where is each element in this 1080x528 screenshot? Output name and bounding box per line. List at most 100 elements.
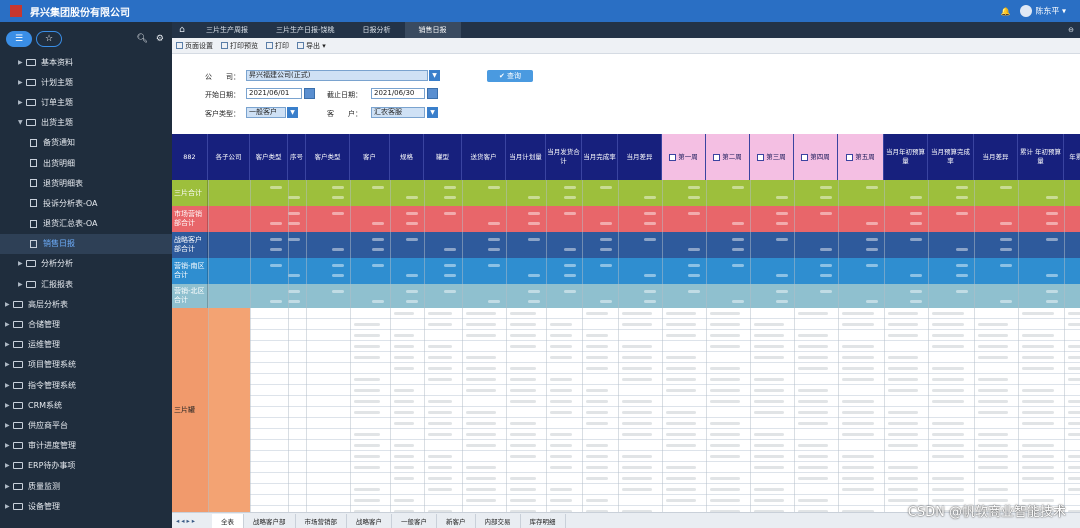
blurred-value (428, 455, 452, 458)
blurred-value (910, 274, 922, 277)
document-icon (30, 219, 37, 228)
sidebar-item-15[interactable]: ▶ 项目管理系统 (0, 355, 172, 375)
sheet-tab-2[interactable]: 市场营销部 (296, 513, 347, 528)
sheet-tab-6[interactable]: 内部交易 (476, 513, 521, 528)
sidebar-item-0[interactable]: ▶ 基本资料 (0, 52, 172, 72)
blurred-value (1000, 186, 1012, 189)
sheet-tab-4[interactable]: 一般客户 (392, 513, 437, 528)
user-menu[interactable]: 陈东平 ▾ (1020, 5, 1066, 17)
column-header-15[interactable]: 第三周 (750, 134, 794, 180)
tab-daily[interactable]: 三片生产日报-饶桃 (262, 22, 349, 38)
end-date-input[interactable]: 2021/06/30 (371, 88, 425, 99)
column-header-1[interactable]: 各子公司 (208, 134, 250, 180)
column-header-16[interactable]: 第四周 (794, 134, 838, 180)
column-header-4[interactable]: 客户类型 (306, 134, 350, 180)
column-header-10[interactable]: 当月发货合计 (546, 134, 582, 180)
tab-weekly[interactable]: 三片生产周报 (192, 22, 262, 38)
column-header-19[interactable]: 当月预算完成率 (928, 134, 974, 180)
column-header-7[interactable]: 罐型 (424, 134, 462, 180)
sheet-tab-5[interactable]: 新客户 (437, 513, 476, 528)
column-header-9[interactable]: 当月计划量 (506, 134, 546, 180)
blurred-value (270, 264, 282, 267)
tab-options-icon[interactable]: ⊖ (1068, 26, 1074, 34)
query-button[interactable]: ✔ 查询 (487, 70, 533, 82)
print-preview-button[interactable]: 打印预览 (221, 41, 258, 51)
column-header-2[interactable]: 客户类型 (250, 134, 288, 180)
blurred-value (978, 444, 1008, 447)
blurred-value (406, 222, 418, 225)
sidebar-item-13[interactable]: ▶ 合储管理 (0, 314, 172, 334)
company-select[interactable]: 昇兴福建公司(正式) (246, 70, 428, 81)
blurred-value (710, 499, 740, 502)
blurred-value (622, 411, 652, 414)
sidebar-item-2[interactable]: ▶ 订单主题 (0, 92, 172, 112)
sidebar-item-10[interactable]: ▶ 分析分析 (0, 254, 172, 274)
sidebar-item-7[interactable]: 投诉分析表-OA (0, 193, 172, 213)
sidebar-item-8[interactable]: 退货汇总表-OA (0, 214, 172, 234)
sheet-tab-7[interactable]: 库存明细 (521, 513, 566, 528)
notification-bell-icon[interactable]: 🔔 (1000, 7, 1010, 16)
column-header-20[interactable]: 当月差异 (974, 134, 1018, 180)
column-header-22[interactable]: 年累计发货 (1064, 134, 1080, 180)
sidebar-item-16[interactable]: ▶ 指令管理系统 (0, 375, 172, 395)
chevron-right-icon: ▶ (5, 361, 10, 369)
sidebar-item-21[interactable]: ▶ 质量监测 (0, 476, 172, 496)
favorites-star-button[interactable]: ☆ (36, 31, 62, 47)
column-header-18[interactable]: 当月年初预算量 (884, 134, 928, 180)
customer-type-select[interactable]: 一般客户 (246, 107, 286, 118)
sheet-nav-arrows[interactable]: ◂◂▸▸ (172, 517, 212, 525)
sidebar-item-17[interactable]: ▶ CRM系统 (0, 395, 172, 415)
sidebar-item-20[interactable]: ▶ ERP待办事项 (0, 456, 172, 476)
sidebar-item-6[interactable]: 退货明细表 (0, 173, 172, 193)
sidebar-item-3[interactable]: ▼ 出货主题 (0, 113, 172, 133)
sidebar-item-19[interactable]: ▶ 审计进度管理 (0, 436, 172, 456)
menu-list-button[interactable]: ☰ (6, 31, 32, 47)
customer-type-dropdown-icon[interactable]: ▼ (287, 107, 298, 118)
sidebar-item-label: 质量监测 (28, 481, 60, 491)
blurred-value (956, 248, 968, 251)
home-icon[interactable]: ⌂ (172, 25, 192, 35)
column-header-5[interactable]: 客户 (350, 134, 390, 180)
sidebar-item-9[interactable]: 销售日报 (0, 233, 172, 254)
export-button[interactable]: 导出 ▾ (297, 41, 326, 51)
column-header-0[interactable]: 882 (172, 134, 208, 180)
sheet-tab-1[interactable]: 战略客户部 (244, 513, 296, 528)
company-dropdown-icon[interactable]: ▼ (429, 70, 440, 81)
sidebar-item-18[interactable]: ▶ 供应商平台 (0, 415, 172, 435)
blurred-value (710, 323, 740, 326)
blurred-value (600, 238, 612, 241)
column-divider (794, 180, 795, 512)
column-header-3[interactable]: 序号 (288, 134, 306, 180)
blurred-value (406, 212, 418, 215)
sidebar-item-4[interactable]: 备货通知 (0, 133, 172, 153)
column-header-11[interactable]: 当月完成率 (582, 134, 618, 180)
end-calendar-icon[interactable] (427, 88, 438, 99)
sheet-tab-0[interactable]: 全表 (212, 513, 244, 528)
sidebar-item-5[interactable]: 出货明细 (0, 153, 172, 173)
column-header-13[interactable]: 第一周 (662, 134, 706, 180)
column-header-12[interactable]: 当月差异 (618, 134, 662, 180)
sidebar-item-14[interactable]: ▶ 运维管理 (0, 335, 172, 355)
column-header-21[interactable]: 累计 年初预算量 (1018, 134, 1064, 180)
customer-dropdown-icon[interactable]: ▼ (427, 107, 438, 118)
page-setup-button[interactable]: 页面设置 (176, 41, 213, 51)
tab-analysis[interactable]: 日报分析 (349, 22, 405, 38)
sidebar-item-1[interactable]: ▶ 计划主题 (0, 72, 172, 92)
settings-icon[interactable]: ⚙ (156, 34, 164, 44)
tab-sales-daily[interactable]: 销售日报 (404, 22, 461, 38)
group-label-1: 市场营销部合计 (172, 206, 208, 232)
start-calendar-icon[interactable] (304, 88, 315, 99)
customer-select[interactable]: 汇农客服 (371, 107, 425, 118)
search-icon[interactable]: 🔍︎ (136, 34, 147, 44)
blurred-value (1068, 367, 1080, 370)
sidebar-item-22[interactable]: ▶ 设备管理 (0, 496, 172, 516)
column-header-14[interactable]: 第二周 (706, 134, 750, 180)
start-date-input[interactable]: 2021/06/01 (246, 88, 302, 99)
column-header-6[interactable]: 规格 (390, 134, 424, 180)
column-header-17[interactable]: 第五周 (838, 134, 884, 180)
print-button[interactable]: 打印 (266, 41, 289, 51)
sheet-tab-3[interactable]: 战略客户 (347, 513, 392, 528)
sidebar-item-11[interactable]: ▶ 汇报报表 (0, 274, 172, 294)
column-header-8[interactable]: 送货客户 (462, 134, 506, 180)
sidebar-item-12[interactable]: ▶ 高层分析表 (0, 294, 172, 314)
